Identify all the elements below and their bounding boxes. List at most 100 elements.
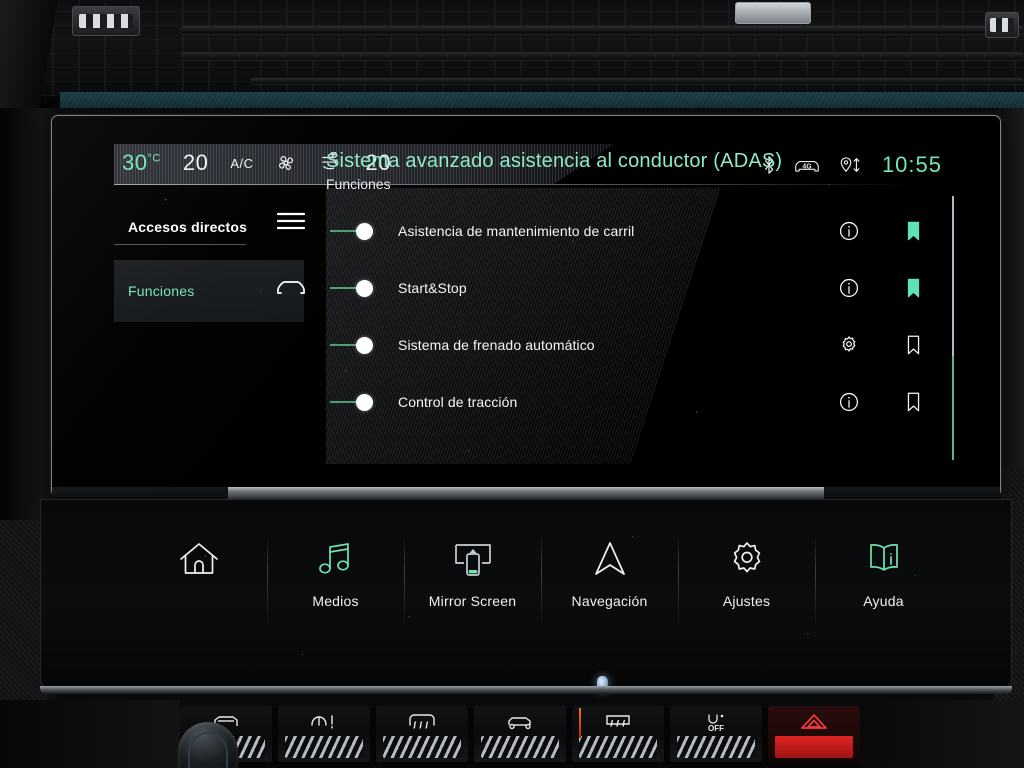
page-subtitle: Funciones (326, 176, 391, 192)
shortcut-medios[interactable]: Medios (267, 533, 404, 649)
vent-louver-left (72, 6, 140, 36)
home-icon (176, 539, 222, 579)
bookmark-icon-outline[interactable] (905, 391, 922, 413)
gear-icon[interactable] (838, 334, 860, 356)
shortcut-label: Mirror Screen (428, 593, 517, 609)
car-front-icon[interactable] (274, 274, 308, 300)
list-item[interactable]: Control de tracción (326, 373, 942, 430)
outside-temperature: 30°C (122, 150, 161, 176)
auto-stop-off-icon: OFF (700, 712, 732, 734)
shortcut-label: Ayuda (863, 593, 904, 609)
temperature-unit: °C (147, 152, 161, 165)
page-title: Sistema avanzado asistencia al conductor… (326, 150, 783, 172)
button-grille (481, 736, 559, 758)
shortcut-label: Medios (312, 593, 359, 609)
shortcut-mirror-screen[interactable]: Mirror Screen (404, 533, 541, 649)
clock: 10:55 (881, 152, 942, 177)
button-parking-sensors[interactable] (474, 706, 566, 762)
list-item[interactable]: Sistema de frenado automático (326, 316, 942, 373)
chrome-bar-notch-right (824, 487, 1000, 499)
bookmark-icon-outline[interactable] (905, 334, 922, 356)
console-lower-right-trim (859, 700, 1024, 768)
info-icon[interactable] (838, 277, 860, 299)
bookmark-icon-filled[interactable] (905, 277, 922, 299)
vent-rail (250, 78, 1024, 84)
content-panel: Sistema avanzado asistencia al conductor… (326, 150, 954, 464)
shortcut-label: Ajustes (722, 593, 771, 609)
scrollbar-thumb-lower[interactable] (952, 356, 954, 460)
toggle-knob (356, 279, 373, 297)
feature-toggle[interactable] (330, 279, 378, 297)
volume-knob-ring (188, 732, 228, 768)
button-windscreen-wiper[interactable] (278, 706, 370, 762)
chrome-trim-piece (735, 2, 811, 24)
bookmark-icon-filled[interactable] (905, 220, 922, 242)
gear-icon (724, 539, 770, 579)
physical-button-row: OFF (180, 706, 860, 768)
list-item-label: Sistema de frenado automático (398, 336, 595, 353)
feature-list: Asistencia de mantenimiento de carril St… (326, 202, 942, 430)
screen-ui: 30°C 20 A/C 20 4G 10:55 Accesos directos… (114, 144, 954, 464)
page-heading: Sistema avanzado asistencia al conductor… (326, 150, 782, 192)
4g-connected-car-icon: 4G (794, 155, 820, 175)
button-front-defrost[interactable] (376, 706, 468, 762)
hazard-warning-icon (798, 712, 830, 732)
hamburger-menu-icon[interactable] (274, 208, 308, 234)
fan-icon[interactable] (275, 152, 297, 174)
button-grille (383, 736, 461, 758)
vent-rail (180, 26, 1024, 34)
shortcut-ayuda[interactable]: Ayuda (815, 533, 952, 649)
shortcut-label: Navegación (571, 593, 648, 609)
front-defrost-icon (406, 712, 438, 732)
button-indicator-light (579, 708, 581, 738)
chrome-bar-notch-left (52, 487, 228, 499)
button-grille (677, 736, 755, 758)
button-grille (775, 736, 853, 758)
console-lower-left-trim (0, 700, 180, 768)
svg-text:OFF: OFF (708, 724, 724, 733)
svg-text:4G: 4G (802, 164, 811, 171)
chrome-divider-bar (52, 487, 1000, 499)
navigation-arrow-icon (587, 539, 633, 579)
toggle-knob (356, 222, 373, 240)
info-icon[interactable] (838, 391, 860, 413)
info-icon[interactable] (838, 220, 860, 242)
shortcut-ajustes[interactable]: Ajustes (678, 533, 815, 649)
vent-rail (180, 52, 1024, 60)
system-status-icons: 4G 10:55 (762, 152, 942, 178)
vent-louver-right (985, 12, 1019, 38)
button-hazard-warning[interactable] (768, 706, 860, 762)
list-item-label: Control de tracción (398, 393, 518, 410)
feature-toggle[interactable] (330, 222, 378, 240)
driver-temperature[interactable]: 20 (183, 150, 208, 176)
music-note-icon (313, 539, 359, 579)
sidebar-divider (114, 244, 246, 245)
infotainment-touchscreen[interactable]: 30°C 20 A/C 20 4G 10:55 Accesos directos… (52, 116, 1000, 496)
list-item[interactable]: Start&Stop (326, 259, 942, 316)
button-grille (285, 736, 363, 758)
shortcut-navegacion[interactable]: Navegación (541, 533, 678, 649)
scrollbar-thumb-upper[interactable] (952, 196, 954, 356)
shortcut-home[interactable] (130, 539, 267, 649)
list-item[interactable]: Asistencia de mantenimiento de carril (326, 202, 942, 259)
dashboard-top (0, 0, 1024, 96)
parking-sensors-icon (503, 712, 537, 732)
sidebar-icon-column (274, 194, 324, 464)
button-auto-stop-off[interactable]: OFF (670, 706, 762, 762)
feature-toggle[interactable] (330, 336, 378, 354)
sidebar-item-label: Funciones (128, 283, 195, 299)
button-rear-defrost[interactable] (572, 706, 664, 762)
location-data-transfer-icon (838, 155, 864, 175)
toggle-knob (356, 336, 373, 354)
car-infotainment-photo: 30°C 20 A/C 20 4G 10:55 Accesos directos… (0, 0, 1024, 768)
rear-defrost-icon (602, 712, 634, 732)
feature-toggle[interactable] (330, 393, 378, 411)
help-book-icon (861, 539, 907, 579)
toggle-knob (356, 393, 373, 411)
vertical-scrollbar[interactable] (952, 196, 954, 460)
button-grille (579, 736, 657, 758)
ac-label[interactable]: A/C (230, 156, 253, 171)
mirror-screen-icon (450, 539, 496, 579)
console-bottom-edge (40, 686, 1012, 694)
shortcut-buttons: Medios Mirror Screen Navegación Ajustes … (130, 533, 952, 649)
